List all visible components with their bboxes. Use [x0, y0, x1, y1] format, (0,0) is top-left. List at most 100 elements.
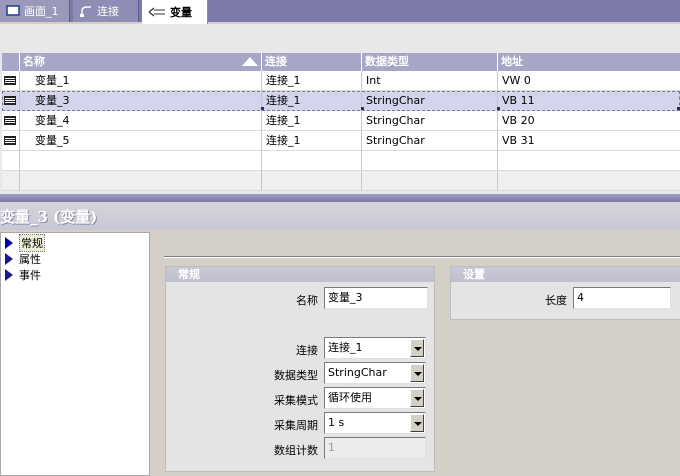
- column-header-connection[interactable]: 连接: [262, 53, 362, 71]
- tree-item-label: 事件: [19, 269, 41, 282]
- cell-connection[interactable]: 连接_1: [262, 91, 362, 111]
- cell-name[interactable]: 变量_1: [20, 71, 262, 91]
- cell-text: 连接_1: [266, 134, 301, 147]
- cell-text: StringChar: [366, 134, 425, 147]
- chevron-down-icon[interactable]: [410, 389, 424, 407]
- cell-text: 变量_3: [35, 94, 70, 107]
- cell-address[interactable]: VW 0: [498, 71, 680, 91]
- row-selector[interactable]: [2, 171, 20, 191]
- row-selector[interactable]: [2, 151, 20, 171]
- cell-datatype[interactable]: [362, 151, 498, 171]
- property-form-pane: 常规 名称 变量_3 连接 连接_1 数据类型 StringChar 采集模式 …: [152, 232, 680, 476]
- cell-text: Int: [366, 74, 381, 87]
- row-selector[interactable]: [2, 71, 20, 91]
- cell-address[interactable]: VB 20: [498, 111, 680, 131]
- table-row-empty[interactable]: [2, 151, 680, 171]
- tree-item-properties[interactable]: 属性: [5, 251, 41, 267]
- cell-connection[interactable]: [262, 171, 362, 191]
- tab-connections[interactable]: 连接: [73, 0, 139, 22]
- settings-group: 设置 长度 4: [450, 266, 680, 320]
- tag-icon: [148, 6, 166, 18]
- datatype-label: 数据类型: [274, 369, 318, 382]
- resize-handle[interactable]: [261, 107, 264, 110]
- resize-handle[interactable]: [361, 107, 364, 110]
- cell-connection[interactable]: [262, 151, 362, 171]
- cell-name[interactable]: [20, 171, 262, 191]
- table-row-selected[interactable]: 变量_3 连接_1 StringChar VB 11: [2, 91, 680, 111]
- cell-datatype[interactable]: [362, 171, 498, 191]
- cell-connection[interactable]: 连接_1: [262, 71, 362, 91]
- tree-item-label: 常规: [19, 234, 45, 252]
- connection-icon: [79, 5, 93, 17]
- tab-tags[interactable]: 变量: [142, 0, 208, 24]
- header-corner[interactable]: [2, 53, 20, 71]
- datatype-dropdown[interactable]: StringChar: [324, 362, 426, 384]
- cell-name[interactable]: 变量_4: [20, 111, 262, 131]
- expand-arrow-icon: [5, 269, 13, 281]
- cell-text: StringChar: [366, 114, 425, 127]
- cell-address[interactable]: VB 11: [498, 91, 680, 111]
- sort-ascending-icon: [242, 57, 258, 66]
- cell-text: 变量_5: [35, 134, 70, 147]
- tree-item-general[interactable]: 常规: [5, 234, 45, 252]
- connection-label: 连接: [296, 344, 318, 357]
- cell-name[interactable]: [20, 151, 262, 171]
- cell-text: 连接_1: [266, 114, 301, 127]
- cell-address[interactable]: VB 31: [498, 131, 680, 151]
- column-header-name[interactable]: 名称: [20, 53, 262, 71]
- divider: [164, 256, 680, 258]
- expand-arrow-icon: [5, 253, 13, 265]
- row-selector[interactable]: [2, 131, 20, 151]
- cell-address[interactable]: [498, 151, 680, 171]
- row-selector[interactable]: [2, 91, 20, 111]
- cell-connection[interactable]: 连接_1: [262, 131, 362, 151]
- cell-datatype[interactable]: StringChar: [362, 111, 498, 131]
- cell-name[interactable]: 变量_3: [20, 91, 262, 111]
- array-count-label: 数组计数: [274, 444, 318, 457]
- cell-text: 连接_1: [266, 74, 301, 87]
- tag-table-area: 名称 连接 数据类型 地址 变量_1 连接_1 Int VW 0 变量_3 连接…: [0, 24, 680, 194]
- chevron-down-icon[interactable]: [410, 339, 424, 357]
- column-header-datatype[interactable]: 数据类型: [362, 53, 498, 71]
- table-row[interactable]: 变量_5 连接_1 StringChar VB 31: [2, 131, 680, 151]
- table-row[interactable]: 变量_1 连接_1 Int VW 0: [2, 71, 680, 91]
- table-row-new[interactable]: [2, 171, 680, 191]
- cell-datatype[interactable]: StringChar: [362, 91, 498, 111]
- cell-text: 变量_1: [35, 74, 70, 87]
- column-header-label: 名称: [23, 55, 45, 68]
- array-count-input: 1: [324, 437, 426, 459]
- general-group: 常规 名称 变量_3 连接 连接_1 数据类型 StringChar 采集模式 …: [165, 266, 435, 472]
- chevron-down-icon[interactable]: [410, 414, 424, 432]
- row-selector[interactable]: [2, 111, 20, 131]
- tag-row-icon: [4, 96, 16, 105]
- pane-splitter[interactable]: [0, 194, 680, 202]
- expand-arrow-icon: [5, 237, 13, 249]
- name-input[interactable]: 变量_3: [324, 287, 428, 309]
- tab-label: 变量: [170, 6, 192, 19]
- connection-dropdown[interactable]: 连接_1: [324, 337, 426, 359]
- length-input[interactable]: 4: [573, 287, 671, 309]
- array-count-value: 1: [328, 441, 335, 454]
- cell-text: StringChar: [366, 94, 425, 107]
- cell-name[interactable]: 变量_5: [20, 131, 262, 151]
- acquisition-cycle-value: 1 s: [328, 416, 345, 429]
- resize-handle[interactable]: [497, 107, 500, 110]
- cell-datatype[interactable]: Int: [362, 71, 498, 91]
- acquisition-cycle-dropdown[interactable]: 1 s: [324, 412, 426, 434]
- tab-screen-1[interactable]: 画面_1: [0, 0, 70, 22]
- properties-title-bar: 变量_3 (变量): [0, 202, 680, 230]
- column-header-label: 数据类型: [365, 55, 409, 68]
- cell-text: VB 20: [502, 114, 535, 127]
- cell-datatype[interactable]: StringChar: [362, 131, 498, 151]
- cell-text: VW 0: [502, 74, 531, 87]
- cell-connection[interactable]: 连接_1: [262, 111, 362, 131]
- tag-row-icon: [4, 116, 16, 125]
- chevron-down-icon[interactable]: [410, 364, 424, 382]
- cell-address[interactable]: [498, 171, 680, 191]
- tab-label: 连接: [97, 5, 119, 18]
- tab-label: 画面_1: [24, 5, 59, 18]
- tree-item-events[interactable]: 事件: [5, 267, 41, 283]
- column-header-address[interactable]: 地址: [498, 53, 680, 71]
- acquisition-mode-dropdown[interactable]: 循环使用: [324, 387, 426, 409]
- table-row[interactable]: 变量_4 连接_1 StringChar VB 20: [2, 111, 680, 131]
